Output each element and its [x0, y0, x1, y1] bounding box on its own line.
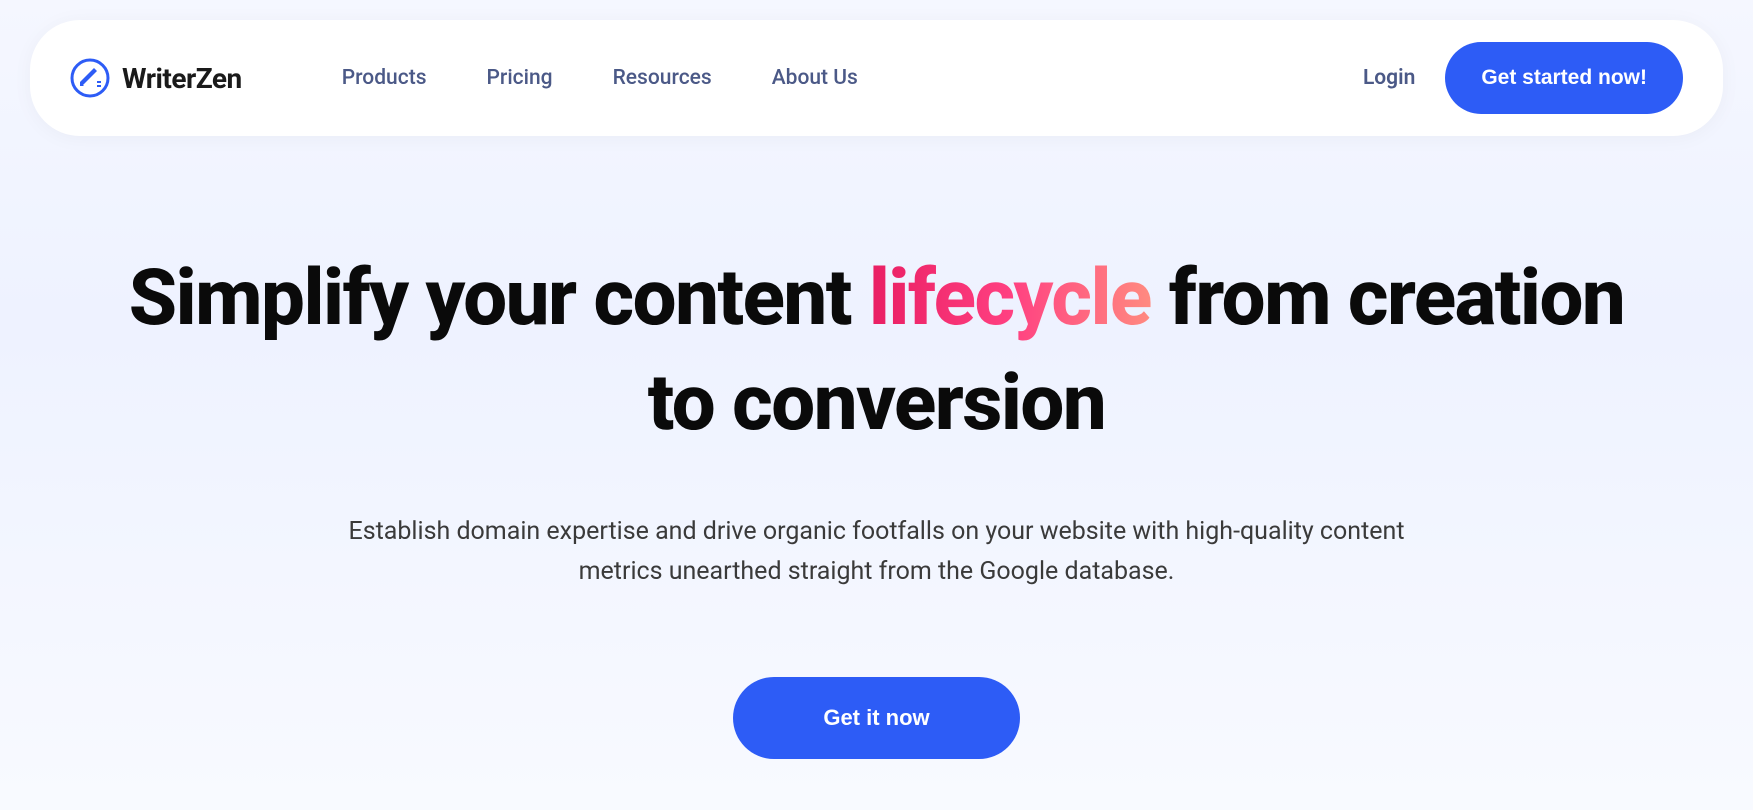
hero-section: Simplify your content lifecycle from cre… — [30, 246, 1723, 759]
nav-links: Products Pricing Resources About Us — [342, 66, 858, 90]
hero-title: Simplify your content lifecycle from cre… — [110, 246, 1643, 457]
nav-link-pricing[interactable]: Pricing — [487, 66, 553, 90]
nav-right: Login Get started now! — [1363, 42, 1683, 114]
get-started-button[interactable]: Get started now! — [1445, 42, 1683, 114]
hero-title-highlight: lifecycle — [869, 253, 1151, 344]
brand-name: WriterZen — [122, 62, 242, 95]
hero-subtitle: Establish domain expertise and drive org… — [317, 512, 1437, 592]
nav-link-products[interactable]: Products — [342, 66, 427, 90]
hero-title-part1: Simplify your content — [129, 253, 869, 344]
nav-link-resources[interactable]: Resources — [613, 66, 712, 90]
logo[interactable]: WriterZen — [70, 58, 242, 98]
login-link[interactable]: Login — [1363, 66, 1415, 90]
navbar: WriterZen Products Pricing Resources Abo… — [30, 20, 1723, 136]
get-it-now-button[interactable]: Get it now — [733, 677, 1019, 759]
pen-icon — [70, 58, 110, 98]
nav-link-about[interactable]: About Us — [772, 66, 858, 90]
